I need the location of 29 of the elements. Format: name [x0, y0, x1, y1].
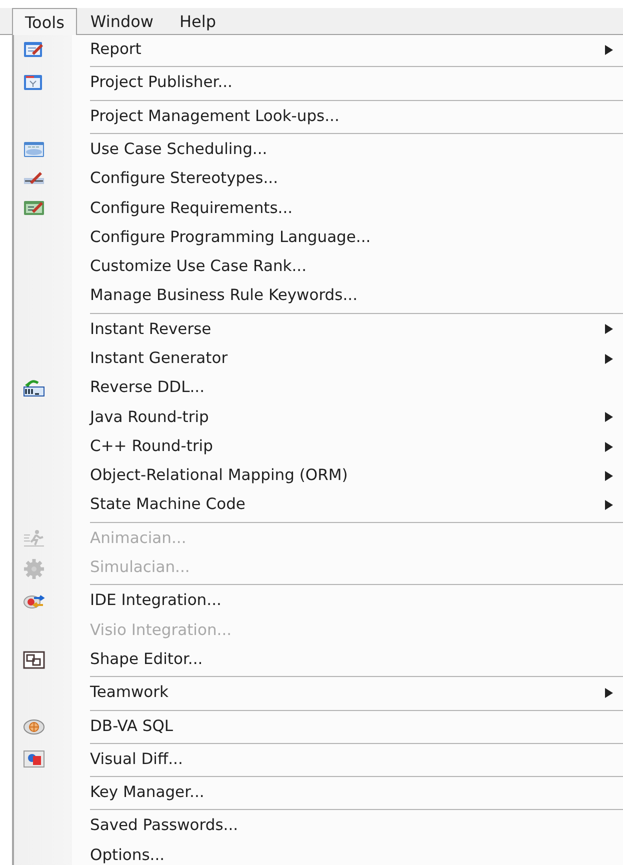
- menu-bar-item[interactable]: Help: [166, 8, 229, 34]
- menu-item[interactable]: Configure Stereotypes...: [14, 164, 623, 194]
- menu-bar-item[interactable]: Tools: [12, 8, 78, 35]
- shape-editor-icon: [22, 648, 46, 671]
- running-figure-icon: [22, 527, 46, 550]
- menu-item[interactable]: Instant Generator: [14, 344, 623, 374]
- menu-item[interactable]: Customize Use Case Rank...: [14, 252, 623, 282]
- menu-bar-item[interactable]: Window: [77, 8, 167, 34]
- submenu-arrow-icon: [605, 324, 613, 334]
- menu-item[interactable]: Object-Relational Mapping (ORM): [14, 461, 623, 490]
- submenu-arrow-icon: [605, 44, 613, 55]
- menu-item[interactable]: Configure Programming Language...: [14, 222, 623, 252]
- submenu-arrow-icon: [605, 470, 613, 481]
- menu-item[interactable]: Configure Requirements...: [14, 193, 623, 223]
- submenu-arrow-icon: [605, 442, 613, 452]
- menu-item[interactable]: Shape Editor...: [14, 644, 623, 674]
- gear-icon: [22, 556, 46, 579]
- submenu-arrow-icon: [605, 412, 613, 422]
- menu-item[interactable]: Java Round-trip: [14, 402, 623, 432]
- menu-item[interactable]: C++ Round-trip: [14, 432, 623, 462]
- submenu-arrow-icon: [605, 688, 613, 698]
- menu-item[interactable]: Manage Business Rule Keywords...: [14, 281, 623, 311]
- submenu-arrow-icon: [605, 500, 613, 510]
- diff-icon: [22, 748, 46, 770]
- menu-item[interactable]: Options...: [14, 840, 623, 865]
- menu-item[interactable]: State Machine Code: [14, 490, 623, 520]
- menu-item[interactable]: Reverse DDL...: [14, 373, 623, 403]
- menu-item[interactable]: Report: [14, 35, 623, 64]
- submenu-arrow-icon: [605, 354, 613, 364]
